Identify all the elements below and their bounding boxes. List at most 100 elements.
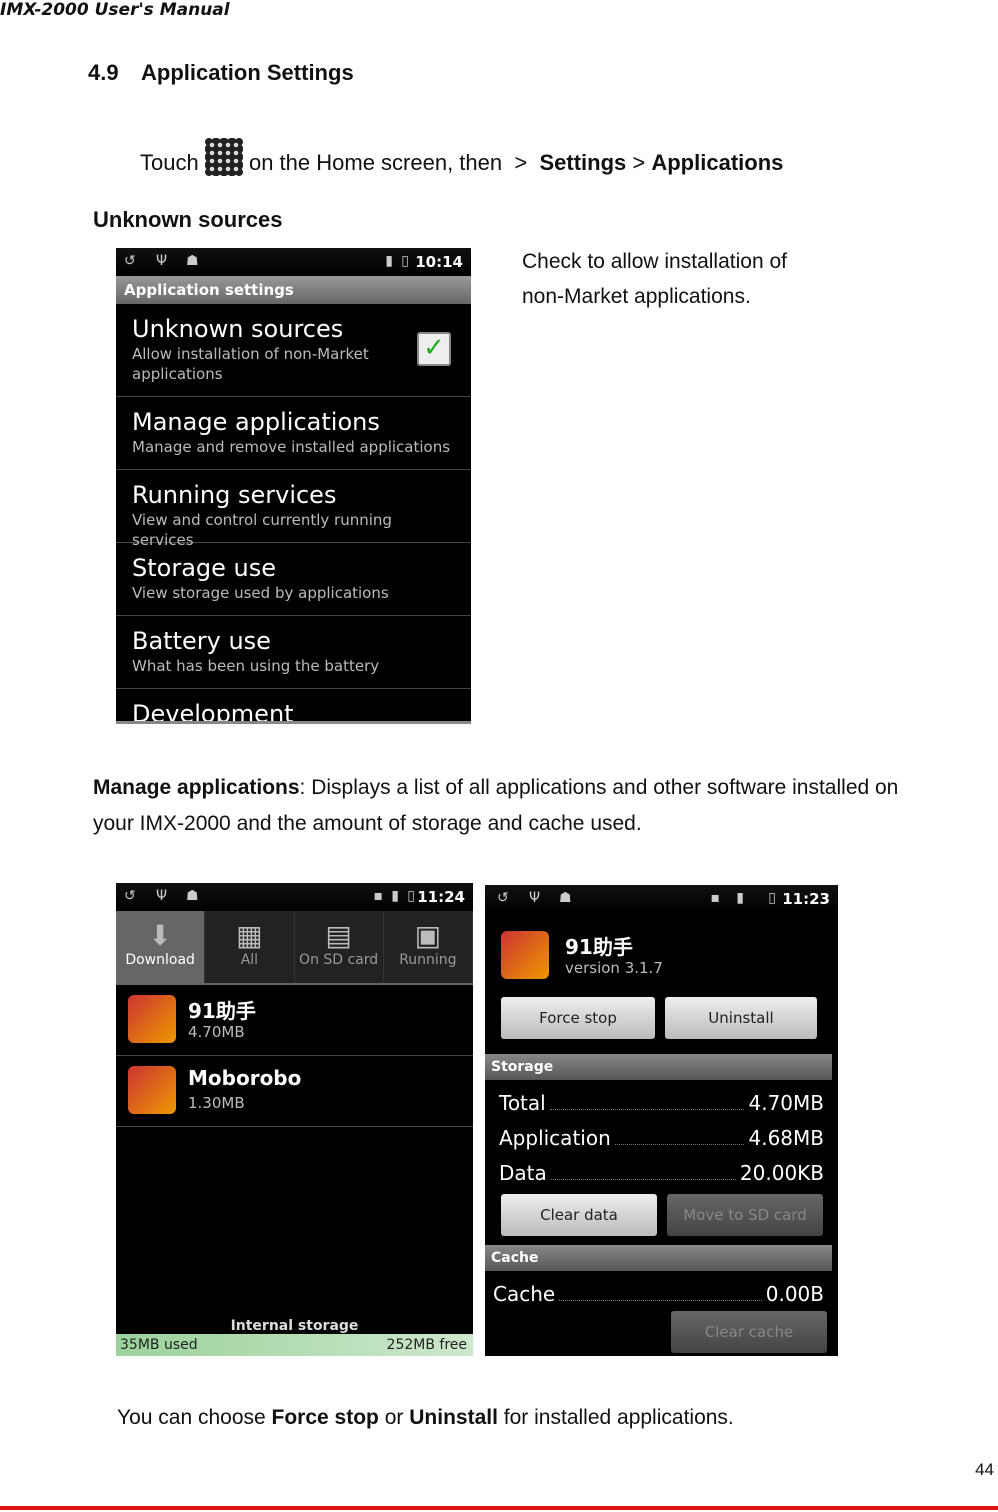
storage-row: Application 4.68MB (499, 1126, 824, 1150)
storage-free: 252MB free (386, 1337, 467, 1353)
move-to-sd-button[interactable]: Move to SD card (667, 1194, 823, 1236)
section-title: Application Settings (141, 60, 354, 85)
item-title: Running services (132, 481, 337, 509)
item-title: Development (132, 700, 294, 724)
status-bar: ↺ Ψ ☗ ▪ ▮ ▯ 11:24 (116, 883, 473, 911)
tab-running[interactable]: ▣ Running (384, 911, 473, 983)
item-title: Manage applications (132, 408, 380, 436)
item-sub-2: applications (132, 365, 223, 383)
signal-icon: ▮ (391, 888, 399, 904)
force-stop-button[interactable]: Force stop (501, 997, 655, 1039)
android-icon: ☗ (186, 888, 199, 904)
battery-icon: ▯ (407, 888, 415, 904)
row-value: 4.70MB (748, 1091, 824, 1115)
footer-or: or (384, 1406, 404, 1429)
intro-line: Touch on the Home screen, then > Setting… (140, 138, 783, 176)
app-icon (501, 931, 549, 979)
uninstall-button[interactable]: Uninstall (665, 997, 817, 1039)
clear-cache-button[interactable]: Clear cache (671, 1311, 827, 1353)
unknown-sources-heading: Unknown sources (93, 207, 283, 232)
storage-bar: 35MB used 252MB free (116, 1334, 473, 1356)
manage-text-2: your IMX-2000 and the amount of storage … (93, 812, 642, 835)
signal-icon: ▮ (385, 253, 393, 269)
intro-touch: Touch (140, 150, 199, 175)
row-label: Cache (493, 1282, 556, 1306)
item-sub: Manage and remove installed applications (132, 438, 451, 456)
signal-icon: ▮ (736, 890, 744, 906)
tab-label: Download (125, 952, 195, 968)
sync-icon: ↺ (124, 253, 136, 269)
sim-icon: ▪ (373, 888, 384, 904)
intro-settings: Settings (539, 150, 627, 175)
tab-all[interactable]: ▦ All (205, 911, 295, 983)
sync-icon: ↺ (124, 888, 136, 904)
app-version: version 3.1.7 (565, 959, 663, 977)
apps-grid-icon (204, 138, 243, 176)
storage-used: 35MB used (120, 1337, 198, 1353)
row-label: Application (499, 1126, 611, 1150)
storage-label: Internal storage (230, 1318, 359, 1334)
status-time: 11:23 (782, 890, 830, 908)
app-row[interactable]: Moborobo 1.30MB (116, 1056, 473, 1127)
screen-app-info: ↺ Ψ ☗ ▪ ▮ ▯ 11:23 91助手 version 3.1.7 For… (485, 885, 838, 1356)
app-row[interactable]: 91助手 4.70MB (116, 985, 473, 1056)
download-icon: ⬇ (148, 919, 172, 952)
item-title: Battery use (132, 627, 271, 655)
row-label: Total (499, 1091, 546, 1115)
tab-label: Running (399, 952, 457, 968)
storage-section-header: Storage (485, 1054, 832, 1080)
item-title: Storage use (132, 554, 277, 582)
section-number: 4.9 (88, 60, 119, 85)
desc-line-1: Check to allow installation of (522, 250, 787, 273)
tab-download[interactable]: ⬇ Download (116, 911, 206, 983)
status-bar: ↺ Ψ ☗ ▪ ▮ ▯ 11:23 (485, 885, 838, 913)
android-icon: ☗ (186, 253, 199, 269)
grid-icon: ▦ (236, 919, 263, 952)
android-icon: ☗ (559, 890, 572, 906)
unknown-sources-desc: Check to allow installation of non-Marke… (522, 244, 787, 314)
app-name: Moborobo (188, 1066, 302, 1090)
item-development[interactable]: Development (116, 689, 471, 724)
row-value: 4.68MB (748, 1126, 824, 1150)
usb-icon: Ψ (156, 888, 168, 904)
intro-sep2: > (632, 150, 646, 175)
status-bar: ↺ Ψ ☗ ▮ ▯ 10:14 (116, 248, 471, 276)
row-value: 0.00B (765, 1282, 824, 1306)
storage-row: Total 4.70MB (499, 1091, 824, 1115)
tab-label: All (240, 952, 259, 968)
tab-sd-card[interactable]: ▤ On SD card (295, 911, 384, 983)
footer-post: for installed applications. (503, 1406, 734, 1429)
row-label: Data (499, 1161, 547, 1185)
manage-text: : Displays a list of all applications an… (299, 776, 899, 799)
sim-icon: ▪ (710, 890, 721, 906)
running-icon: ▣ (414, 919, 442, 952)
battery-icon: ▯ (768, 890, 776, 906)
item-storage-use[interactable]: Storage use View storage used by applica… (116, 543, 471, 616)
manage-bold: Manage applications (93, 776, 300, 799)
item-running-services[interactable]: Running services View and control curren… (116, 470, 471, 549)
page-number: 44 (975, 1460, 994, 1479)
internal-storage: Internal storage 35MB used 252MB free (116, 1318, 473, 1356)
app-size: 4.70MB (188, 1023, 245, 1041)
item-manage-applications[interactable]: Manage applications Manage and remove in… (116, 397, 471, 470)
item-unknown-sources[interactable]: Unknown sources Allow installation of no… (116, 304, 471, 397)
status-time: 10:14 (415, 253, 463, 271)
app-icon (128, 1066, 176, 1114)
footer-force: Force stop (271, 1406, 379, 1429)
clear-data-button[interactable]: Clear data (501, 1194, 657, 1236)
intro-rest: on the Home screen, then (248, 150, 503, 175)
footer-rule (0, 1506, 998, 1510)
item-battery-use[interactable]: Battery use What has been using the batt… (116, 616, 471, 689)
item-sub: View storage used by applications (132, 584, 389, 602)
sync-icon: ↺ (497, 890, 509, 906)
screen-title: Application settings (116, 276, 471, 304)
item-sub: What has been using the battery (132, 657, 380, 675)
screen-manage-applications: ↺ Ψ ☗ ▪ ▮ ▯ 11:24 ⬇ Download ▦ All ▤ On SD … (116, 883, 473, 1356)
unknown-sources-checkbox[interactable]: ✓ (417, 332, 451, 366)
cache-row: Cache 0.00B (493, 1282, 824, 1306)
intro-sep1: > (514, 150, 528, 175)
manual-header: IMX-2000 User's Manual (0, 0, 230, 20)
cache-section-header: Cache (485, 1245, 832, 1271)
footer-pre: You can choose (117, 1406, 266, 1429)
storage-row: Data 20.00KB (499, 1161, 824, 1185)
